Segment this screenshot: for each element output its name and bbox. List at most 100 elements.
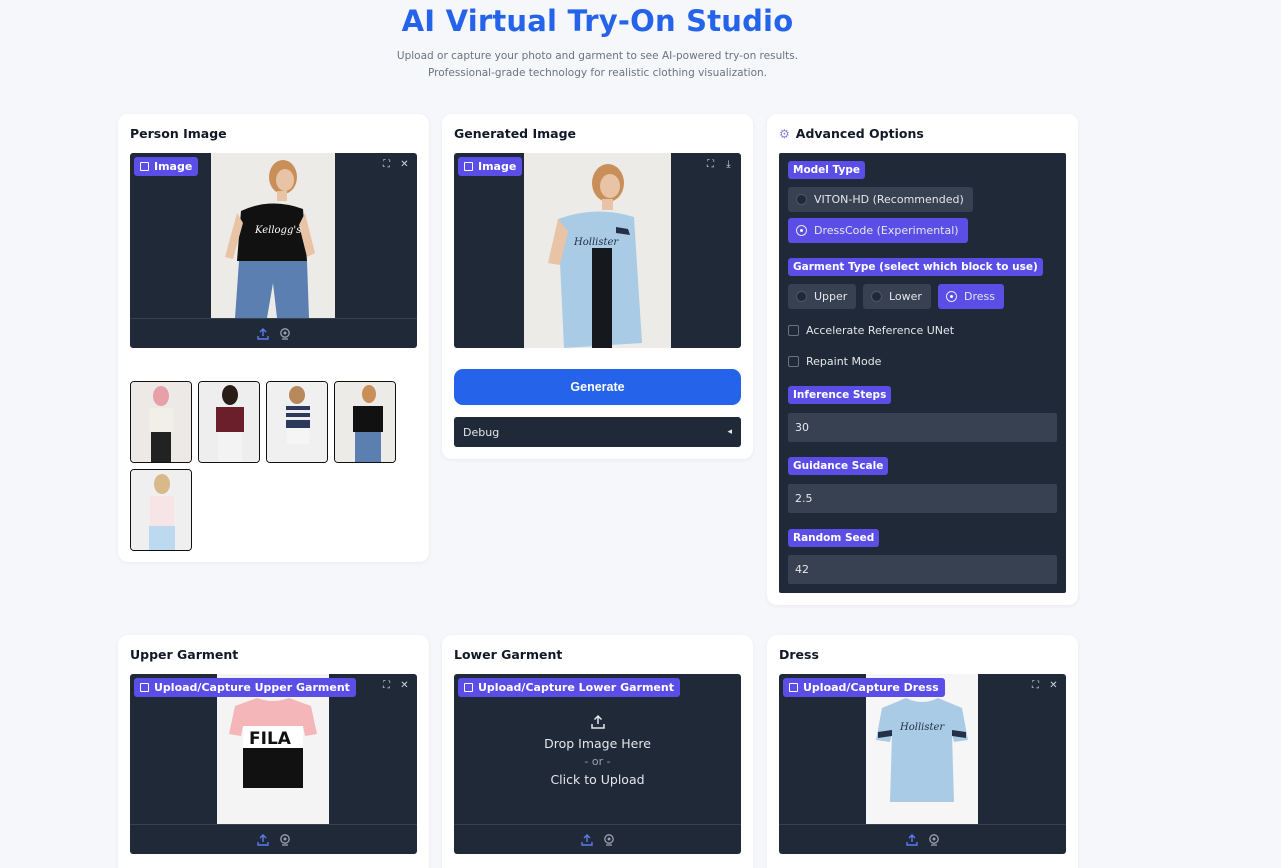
svg-text:Hollister: Hollister xyxy=(573,237,619,248)
person-image-badge: Image xyxy=(134,157,199,176)
dress-tools: ⛶ ✕ xyxy=(1029,679,1060,692)
garment-type-label: Garment Type (select which block to use) xyxy=(788,258,1043,276)
debug-accordion[interactable]: Debug ◂ xyxy=(454,417,741,447)
generated-badge-label: Image xyxy=(478,160,517,173)
lower-garment-badge: Upload/Capture Lower Garment xyxy=(458,678,680,697)
fullscreen-icon[interactable]: ⛶ xyxy=(380,158,393,171)
subtitle-line-1: Upload or capture your photo and garment… xyxy=(396,50,799,62)
image-icon xyxy=(140,683,149,692)
model-option-viton[interactable]: VITON-HD (Recommended) xyxy=(788,187,973,212)
repaint-mode-checkbox[interactable]: Repaint Mode xyxy=(788,355,881,368)
generated-image-title: Generated Image xyxy=(454,126,577,141)
fullscreen-icon[interactable]: ⛶ xyxy=(704,158,717,171)
person-image-title: Person Image xyxy=(130,126,227,141)
generate-button[interactable]: Generate xyxy=(454,369,741,405)
webcam-icon[interactable] xyxy=(278,833,292,847)
example-person-thumb[interactable] xyxy=(198,381,260,463)
radio-icon xyxy=(796,291,807,302)
upload-icon[interactable] xyxy=(580,833,594,847)
accelerate-label: Accelerate Reference UNet xyxy=(806,324,955,337)
person-image-card: Person Image Kellogg's Image ⛶ ✕ xyxy=(118,114,429,562)
page-subtitle: Upload or capture your photo and garment… xyxy=(0,48,1195,82)
guidance-scale-input[interactable] xyxy=(788,484,1057,513)
model-option-dresscode[interactable]: DressCode (Experimental) xyxy=(788,218,968,243)
checkbox-icon xyxy=(788,325,799,336)
upload-icon[interactable] xyxy=(256,833,270,847)
dress-box[interactable]: Hollister Upload/Capture Dress ⛶ ✕ xyxy=(779,674,1066,854)
drop-area[interactable]: Drop Image Here - or - Click to Upload xyxy=(454,714,741,789)
dress-footer xyxy=(779,824,1066,854)
example-person-thumb[interactable] xyxy=(266,381,328,463)
example-person-thumb[interactable] xyxy=(130,381,192,463)
dress-badge-label: Upload/Capture Dress xyxy=(803,681,939,694)
person-badge-label: Image xyxy=(154,160,193,173)
lower-garment-dropzone[interactable]: Upload/Capture Lower Garment Drop Image … xyxy=(454,674,741,854)
upper-garment-tools: ⛶ ✕ xyxy=(380,679,411,692)
image-icon xyxy=(464,683,473,692)
garment-option-upper[interactable]: Upper xyxy=(788,284,857,309)
garment-option-label: Lower xyxy=(889,290,922,303)
generated-image-box: Hollister Image ⛶ ⤓ xyxy=(454,153,741,348)
fullscreen-icon[interactable]: ⛶ xyxy=(380,679,393,692)
upload-icon[interactable] xyxy=(905,833,919,847)
webcam-icon[interactable] xyxy=(602,833,616,847)
debug-label: Debug xyxy=(463,425,500,439)
lower-garment-footer xyxy=(454,824,741,854)
dress-card: Dress Hollister Upload/Capture Dress ⛶ ✕ xyxy=(767,635,1078,868)
garment-option-dress[interactable]: Dress xyxy=(938,284,1004,309)
inference-steps-input[interactable] xyxy=(788,413,1057,442)
generated-image-tools: ⛶ ⤓ xyxy=(704,158,735,171)
person-photo: Kellogg's xyxy=(211,153,335,318)
dress-badge: Upload/Capture Dress xyxy=(783,678,945,697)
lower-garment-title: Lower Garment xyxy=(454,647,563,662)
model-option-label: DressCode (Experimental) xyxy=(814,224,959,237)
advanced-options-title: ⚙ Advanced Options xyxy=(779,126,924,141)
checkbox-icon xyxy=(788,356,799,367)
guidance-scale-label: Guidance Scale xyxy=(788,457,889,475)
model-option-label: VITON-HD (Recommended) xyxy=(814,193,964,206)
page-title: AI Virtual Try-On Studio xyxy=(401,4,794,38)
lower-badge-label: Upload/Capture Lower Garment xyxy=(478,681,674,694)
person-image-tools: ⛶ ✕ xyxy=(380,158,411,171)
image-icon xyxy=(464,162,473,171)
accelerate-unet-checkbox[interactable]: Accelerate Reference UNet xyxy=(788,324,954,337)
random-seed-label: Random Seed xyxy=(788,529,880,547)
generated-image-card: Generated Image Hollister Image ⛶ ⤓ Gene… xyxy=(442,114,753,459)
model-type-label: Model Type xyxy=(788,161,865,179)
close-icon[interactable]: ✕ xyxy=(398,158,411,171)
person-image-box[interactable]: Kellogg's Image ⛶ ✕ xyxy=(130,153,417,348)
webcam-icon[interactable] xyxy=(278,327,292,341)
webcam-icon[interactable] xyxy=(927,833,941,847)
upper-garment-title: Upper Garment xyxy=(130,647,239,662)
radio-icon xyxy=(871,291,882,302)
subtitle-line-2: Professional-grade technology for realis… xyxy=(428,67,767,79)
example-person-thumb[interactable] xyxy=(130,469,192,551)
garment-option-label: Dress xyxy=(964,290,995,303)
download-icon[interactable]: ⤓ xyxy=(722,158,735,171)
advanced-options-label: Advanced Options xyxy=(795,126,924,141)
radio-icon xyxy=(796,194,807,205)
upper-garment-box[interactable]: FILA Upload/Capture Upper Garment ⛶ ✕ xyxy=(130,674,417,854)
generated-image-badge: Image xyxy=(458,157,523,176)
garment-option-label: Upper xyxy=(814,290,848,303)
image-icon xyxy=(789,683,798,692)
lower-garment-card: Lower Garment Upload/Capture Lower Garme… xyxy=(442,635,753,868)
upload-icon[interactable] xyxy=(256,327,270,341)
person-image-footer xyxy=(130,318,417,348)
upper-badge-label: Upload/Capture Upper Garment xyxy=(154,681,350,694)
close-icon[interactable]: ✕ xyxy=(1047,679,1060,692)
upper-garment-card: Upper Garment FILA Upload/Capture Upper … xyxy=(118,635,429,868)
example-person-thumb[interactable] xyxy=(334,381,396,463)
advanced-options-panel: Model Type VITON-HD (Recommended) DressC… xyxy=(779,153,1066,593)
svg-text:Hollister: Hollister xyxy=(899,722,945,733)
inference-steps-label: Inference Steps xyxy=(788,386,892,404)
random-seed-input[interactable] xyxy=(788,555,1057,584)
upper-garment-footer xyxy=(130,824,417,854)
close-icon[interactable]: ✕ xyxy=(398,679,411,692)
image-icon xyxy=(140,162,149,171)
click-upload-text: Click to Upload xyxy=(550,772,645,787)
upload-icon xyxy=(590,714,605,729)
garment-option-lower[interactable]: Lower xyxy=(863,284,931,309)
radio-selected-icon xyxy=(796,225,807,236)
fullscreen-icon[interactable]: ⛶ xyxy=(1029,679,1042,692)
